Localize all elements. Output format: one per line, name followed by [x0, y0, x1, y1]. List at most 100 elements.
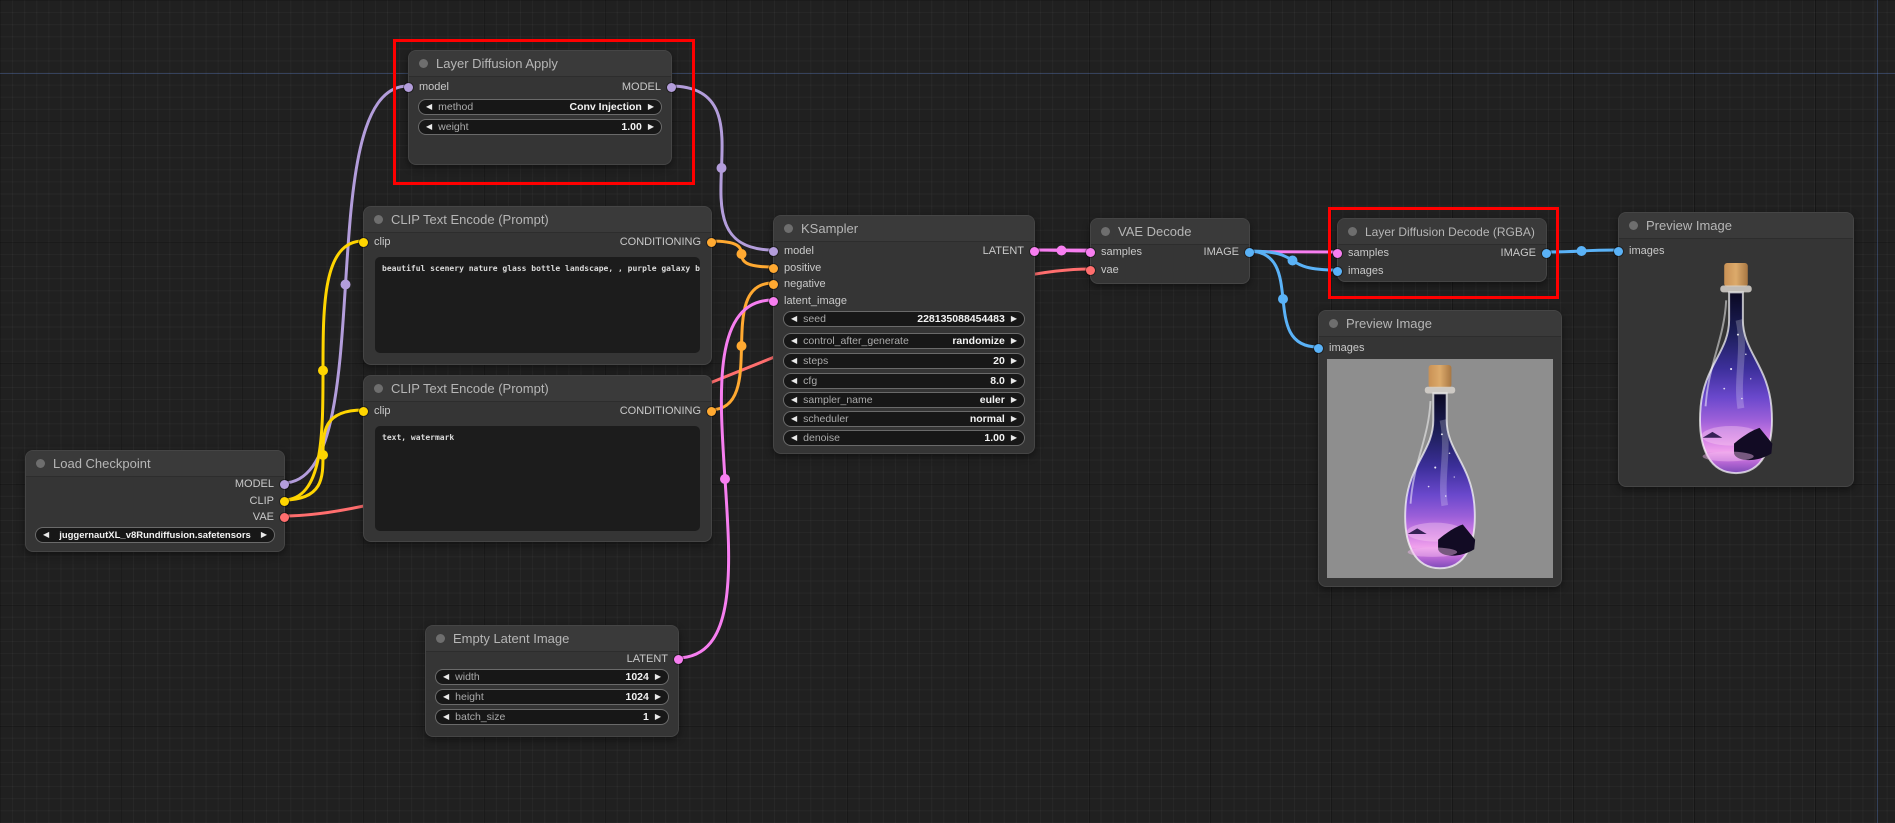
decrement-icon[interactable]: ◀ — [791, 337, 797, 345]
input-port-latent-image[interactable]: latent_image — [769, 293, 847, 309]
port-dot[interactable] — [280, 480, 289, 489]
widget-denoise[interactable]: ◀ denoise 1.00 ▶ — [783, 430, 1025, 446]
port-dot[interactable] — [359, 238, 368, 247]
increment-icon[interactable]: ▶ — [655, 693, 661, 701]
input-port-positive[interactable]: positive — [769, 260, 821, 276]
output-port-latent[interactable]: LATENT — [983, 243, 1039, 259]
input-port-negative[interactable]: negative — [769, 276, 826, 292]
node-title-bar[interactable]: KSampler — [774, 216, 1034, 242]
node-title-bar[interactable]: VAE Decode — [1091, 219, 1249, 245]
input-port-vae[interactable]: vae — [1086, 262, 1119, 278]
node-collapse-dot[interactable] — [374, 384, 383, 393]
increment-icon[interactable]: ▶ — [1011, 337, 1017, 345]
node-preview-image-rgb[interactable]: Preview Image images — [1318, 310, 1562, 587]
decrement-icon[interactable]: ◀ — [791, 315, 797, 323]
decrement-icon[interactable]: ◀ — [791, 357, 797, 365]
output-port-clip[interactable]: CLIP — [250, 493, 289, 509]
port-dot[interactable] — [1245, 248, 1254, 257]
increment-icon[interactable]: ▶ — [655, 673, 661, 681]
decrement-icon[interactable]: ◀ — [443, 713, 449, 721]
increment-icon[interactable]: ▶ — [1011, 396, 1017, 404]
output-port-image[interactable]: IMAGE — [1204, 244, 1254, 260]
port-dot[interactable] — [1314, 344, 1323, 353]
node-collapse-dot[interactable] — [1101, 227, 1110, 236]
port-dot[interactable] — [707, 407, 716, 416]
decrement-icon[interactable]: ◀ — [791, 377, 797, 385]
highlight-box-layer-diffusion-decode — [1328, 207, 1559, 299]
port-dot[interactable] — [1030, 247, 1039, 256]
increment-icon[interactable]: ▶ — [1011, 377, 1017, 385]
input-port-images[interactable]: images — [1614, 243, 1664, 259]
input-port-clip[interactable]: clip — [359, 403, 391, 419]
increment-icon[interactable]: ▶ — [1011, 415, 1017, 423]
port-dot[interactable] — [674, 655, 683, 664]
node-clip-text-encode-positive[interactable]: CLIP Text Encode (Prompt) clip CONDITION… — [363, 206, 712, 365]
node-title-bar[interactable]: CLIP Text Encode (Prompt) — [364, 376, 711, 402]
increment-icon[interactable]: ▶ — [1011, 434, 1017, 442]
decrement-icon[interactable]: ◀ — [791, 396, 797, 404]
node-collapse-dot[interactable] — [1629, 221, 1638, 230]
prompt-textarea[interactable]: beautiful scenery nature glass bottle la… — [375, 257, 700, 353]
prompt-textarea[interactable]: text, watermark — [375, 426, 700, 531]
node-graph-canvas[interactable]: Layer Diffusion Apply model MODEL ◀ meth… — [0, 0, 1895, 823]
node-collapse-dot[interactable] — [374, 215, 383, 224]
port-dot[interactable] — [707, 238, 716, 247]
decrement-icon[interactable]: ◀ — [443, 673, 449, 681]
node-load-checkpoint[interactable]: Load Checkpoint MODEL CLIP VAE ◀ juggern… — [25, 450, 285, 552]
input-port-model[interactable]: model — [769, 243, 814, 259]
port-dot[interactable] — [1614, 247, 1623, 256]
widget-scheduler[interactable]: ◀ scheduler normal ▶ — [783, 411, 1025, 427]
node-empty-latent-image[interactable]: Empty Latent Image LATENT ◀ width 1024 ▶… — [425, 625, 679, 737]
node-title-bar[interactable]: Preview Image — [1619, 213, 1853, 239]
node-title-bar[interactable]: Preview Image — [1319, 311, 1561, 337]
output-port-model[interactable]: MODEL — [235, 476, 289, 492]
port-dot[interactable] — [769, 297, 778, 306]
widget-batch-size[interactable]: ◀ batch_size 1 ▶ — [435, 709, 669, 725]
decrement-icon[interactable]: ◀ — [43, 531, 49, 539]
widget-cfg[interactable]: ◀ cfg 8.0 ▶ — [783, 373, 1025, 389]
widget-width[interactable]: ◀ width 1024 ▶ — [435, 669, 669, 685]
decrement-icon[interactable]: ◀ — [791, 415, 797, 423]
node-collapse-dot[interactable] — [36, 459, 45, 468]
node-title-bar[interactable]: Load Checkpoint — [26, 451, 284, 477]
port-dot[interactable] — [1086, 248, 1095, 257]
widget-ckpt-name[interactable]: ◀ juggernautXL_v8Rundiffusion.safetensor… — [35, 527, 275, 543]
node-title-bar[interactable]: CLIP Text Encode (Prompt) — [364, 207, 711, 233]
port-dot[interactable] — [769, 280, 778, 289]
widget-height[interactable]: ◀ height 1024 ▶ — [435, 689, 669, 705]
port-dot[interactable] — [359, 407, 368, 416]
input-port-images[interactable]: images — [1314, 340, 1364, 356]
output-port-vae[interactable]: VAE — [253, 509, 289, 525]
output-port-conditioning[interactable]: CONDITIONING — [620, 403, 716, 419]
input-port-clip[interactable]: clip — [359, 234, 391, 250]
port-dot[interactable] — [1086, 266, 1095, 275]
input-port-samples[interactable]: samples — [1086, 244, 1142, 260]
port-dot[interactable] — [769, 264, 778, 273]
increment-icon[interactable]: ▶ — [1011, 357, 1017, 365]
widget-sampler-name[interactable]: ◀ sampler_name euler ▶ — [783, 392, 1025, 408]
node-vae-decode[interactable]: VAE Decode samples vae IMAGE — [1090, 218, 1250, 284]
port-dot[interactable] — [280, 513, 289, 522]
widget-seed[interactable]: ◀ seed 228135088454483 ▶ — [783, 311, 1025, 327]
link-dot — [1278, 294, 1288, 304]
node-preview-image-rgba[interactable]: Preview Image images — [1618, 212, 1854, 487]
node-collapse-dot[interactable] — [784, 224, 793, 233]
decrement-icon[interactable]: ◀ — [791, 434, 797, 442]
increment-icon[interactable]: ▶ — [1011, 315, 1017, 323]
increment-icon[interactable]: ▶ — [655, 713, 661, 721]
widget-control-after-generate[interactable]: ◀ control_after_generate randomize ▶ — [783, 333, 1025, 349]
node-title-bar[interactable]: Empty Latent Image — [426, 626, 678, 652]
widget-steps[interactable]: ◀ steps 20 ▶ — [783, 353, 1025, 369]
node-clip-text-encode-negative[interactable]: CLIP Text Encode (Prompt) clip CONDITION… — [363, 375, 712, 542]
link-dot — [1577, 246, 1587, 256]
node-collapse-dot[interactable] — [436, 634, 445, 643]
port-dot[interactable] — [280, 497, 289, 506]
widget-value: 20 — [993, 355, 1005, 367]
node-ksampler[interactable]: KSampler model positive negative latent_… — [773, 215, 1035, 454]
decrement-icon[interactable]: ◀ — [443, 693, 449, 701]
port-dot[interactable] — [769, 247, 778, 256]
output-port-latent[interactable]: LATENT — [627, 651, 683, 667]
output-port-conditioning[interactable]: CONDITIONING — [620, 234, 716, 250]
node-collapse-dot[interactable] — [1329, 319, 1338, 328]
increment-icon[interactable]: ▶ — [261, 531, 267, 539]
